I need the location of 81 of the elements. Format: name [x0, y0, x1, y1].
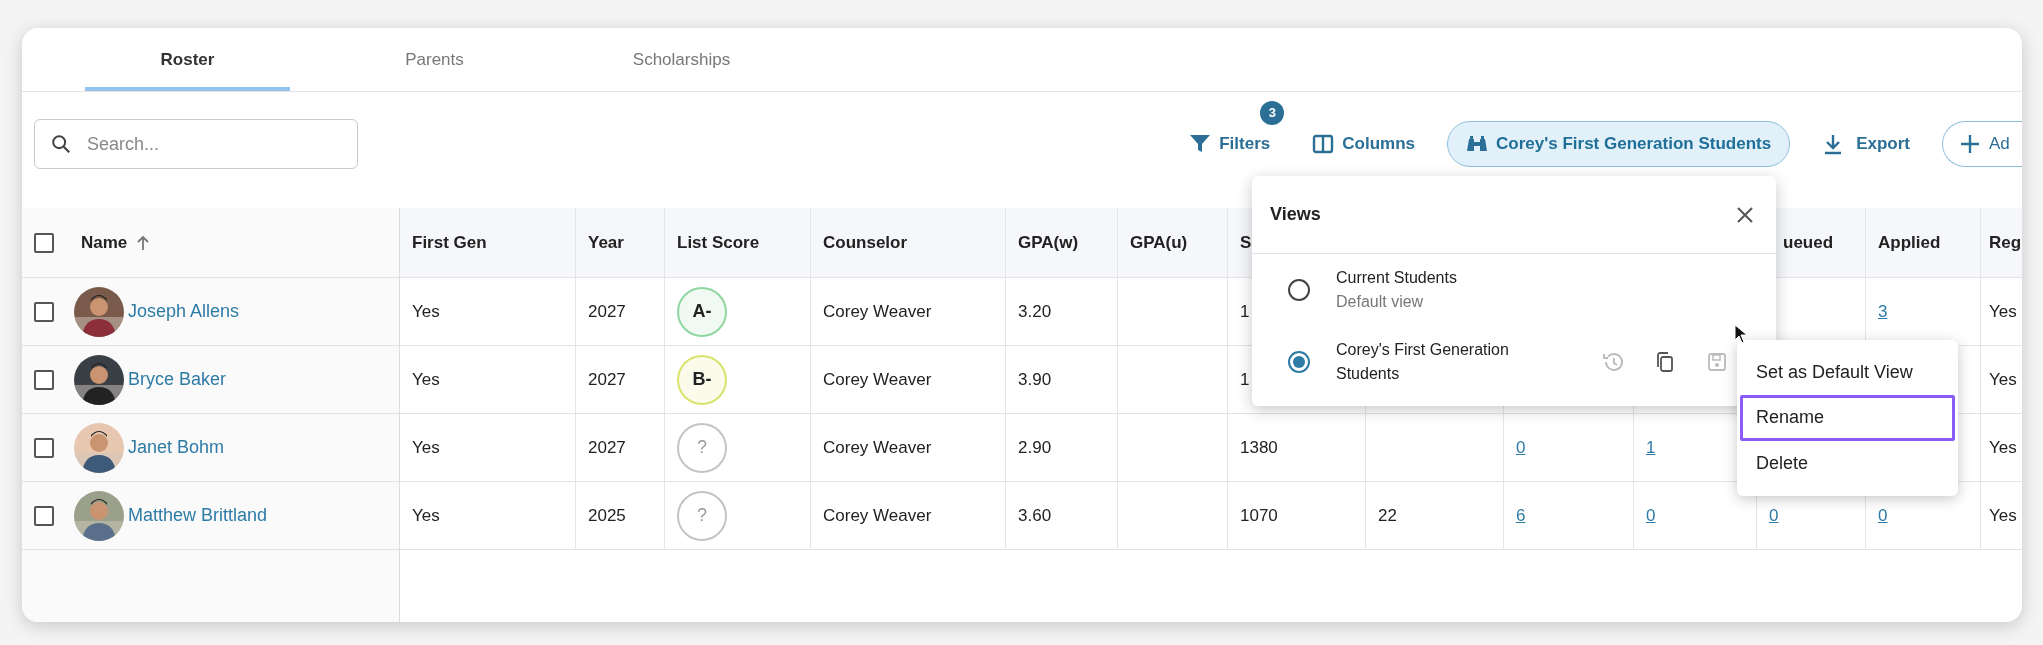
table-cell-text: Corey Weaver — [823, 368, 932, 391]
table-link[interactable]: 3 — [1878, 298, 1888, 325]
column-header: ueued — [1783, 231, 1834, 254]
student-link[interactable]: Bryce Baker — [128, 366, 227, 393]
columns-icon — [1312, 133, 1335, 155]
checkbox[interactable] — [34, 301, 54, 322]
table-cell-text: Yes — [1989, 300, 2017, 323]
table-cell-text: Yes — [1989, 436, 2017, 459]
count-badge: 3 — [1260, 101, 1285, 125]
view-name[interactable]: Current Students — [1336, 266, 1566, 290]
table-cell-text: 1 — [1240, 300, 1250, 323]
table-link[interactable]: 0 — [1769, 502, 1779, 529]
menu-item[interactable]: Delete — [1740, 440, 1955, 486]
table-link[interactable]: 6 — [1516, 502, 1526, 529]
close-icon — [1736, 205, 1754, 224]
student-link[interactable]: Janet Bohm — [128, 434, 225, 461]
radio-button[interactable] — [1288, 279, 1310, 301]
table-cell-text: 2.90 — [1018, 436, 1052, 459]
table-cell-text: Yes — [412, 368, 440, 391]
table-link[interactable]: 0 — [1646, 502, 1656, 529]
table-cell-text: Corey Weaver — [823, 504, 932, 527]
table-cell-text: 22 — [1378, 504, 1397, 527]
view-name[interactable]: Corey's First Generation Students — [1336, 338, 1566, 386]
table-cell-text: 2027 — [588, 300, 626, 323]
plus-icon — [1959, 133, 1981, 155]
tab[interactable]: Roster — [85, 28, 290, 91]
export-button[interactable]: Export — [1822, 121, 1910, 167]
table-cell-text: 1070 — [1240, 504, 1278, 527]
table-link[interactable]: 1 — [1646, 434, 1656, 461]
score-badge: ? — [677, 422, 727, 473]
filter-icon — [1189, 133, 1212, 155]
columns-button[interactable]: Columns — [1312, 121, 1415, 167]
save-icon — [1706, 351, 1728, 373]
popup-title: Views — [1270, 203, 1321, 226]
copy-icon — [1654, 351, 1676, 373]
search-field[interactable]: Search... — [34, 119, 358, 169]
table-cell-text: 2027 — [588, 436, 626, 459]
table-cell-text: 3.60 — [1018, 504, 1052, 527]
table-cell-text: Corey Weaver — [823, 300, 932, 323]
column-header: Applied — [1878, 231, 1941, 254]
score-badge: ? — [677, 490, 727, 541]
table-cell-text: 2027 — [588, 368, 626, 391]
table-cell-text: 1380 — [1240, 436, 1278, 459]
student-link[interactable]: Joseph Allens — [128, 298, 240, 325]
menu-item[interactable]: Set as Default View — [1740, 350, 1955, 396]
table-cell-text: Yes — [1989, 368, 2017, 391]
table-cell-text: Yes — [1989, 504, 2017, 527]
checkbox[interactable] — [34, 437, 54, 458]
view-subtitle: Default view — [1336, 292, 1425, 312]
table-cell-text: 2025 — [588, 504, 626, 527]
column-header: Reg — [1989, 231, 2022, 254]
column-header: List Score — [677, 231, 760, 254]
column-header: First Gen — [412, 231, 487, 254]
checkbox[interactable] — [34, 505, 54, 526]
column-header: GPA(w) — [1018, 231, 1079, 254]
column-header: S — [1240, 231, 1252, 254]
checkbox[interactable] — [34, 369, 54, 390]
table-cell-text: 3.20 — [1018, 300, 1052, 323]
menu-item[interactable]: Rename — [1740, 395, 1955, 441]
column-header: GPA(u) — [1130, 231, 1188, 254]
student-link[interactable]: Matthew Brittland — [128, 502, 268, 529]
table-cell-text: 3.90 — [1018, 368, 1052, 391]
table-cell-text: Yes — [412, 504, 440, 527]
radio-button[interactable] — [1288, 351, 1310, 373]
table-cell-text: Yes — [412, 436, 440, 459]
column-header: Name — [81, 231, 128, 254]
score-badge: B- — [677, 354, 727, 405]
history-icon — [1602, 351, 1624, 373]
score-badge: A- — [677, 286, 727, 337]
checkbox[interactable] — [34, 232, 54, 253]
table-cell-text: 1 — [1240, 368, 1250, 391]
tab[interactable]: Scholarships — [579, 28, 784, 91]
table-link[interactable]: 0 — [1878, 502, 1888, 529]
column-header: Counselor — [823, 231, 908, 254]
column-header: Year — [588, 231, 624, 254]
view-button[interactable]: Corey's First Generation Students — [1447, 121, 1791, 167]
table-link[interactable]: 0 — [1516, 434, 1526, 461]
table-cell-text: Yes — [412, 300, 440, 323]
tab[interactable]: Parents — [332, 28, 537, 91]
table-cell-text: Corey Weaver — [823, 436, 932, 459]
search-icon — [50, 133, 72, 155]
